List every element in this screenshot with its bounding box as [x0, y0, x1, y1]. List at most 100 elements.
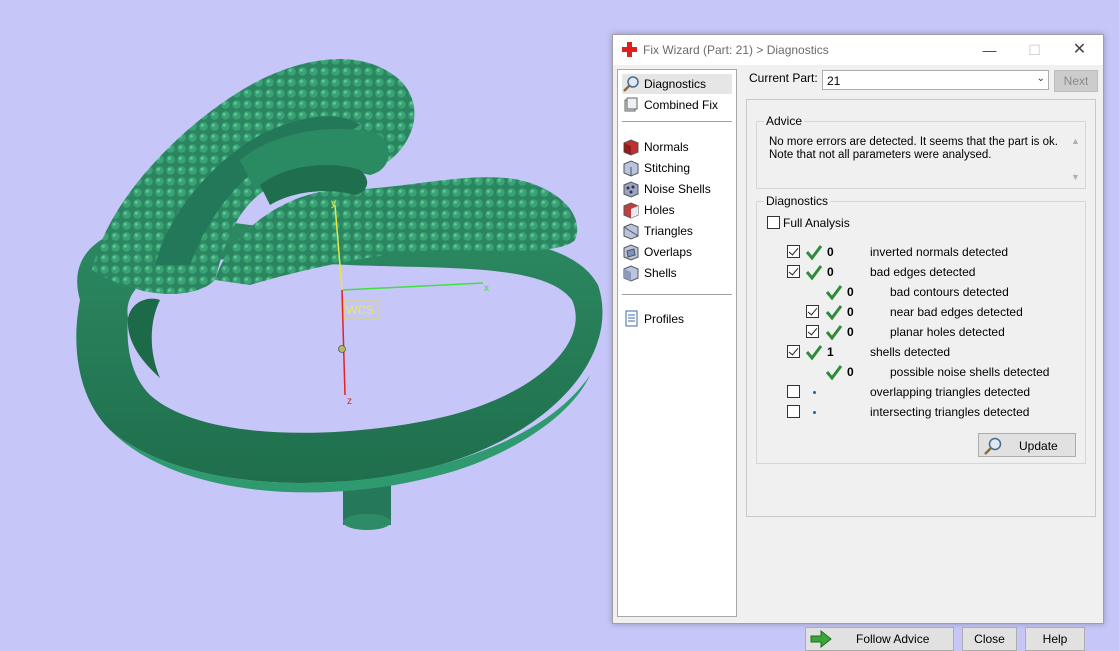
full-analysis-checkbox[interactable]: [767, 216, 780, 229]
close-button[interactable]: Close: [962, 627, 1017, 651]
nav-separator: [622, 121, 732, 122]
intersecting-triangles-checkbox[interactable]: [787, 405, 800, 418]
overlaps-icon: [623, 244, 639, 261]
overlapping-triangles-checkbox[interactable]: [787, 385, 800, 398]
red-cross-icon: [622, 42, 637, 57]
axis-z-label: z: [347, 396, 352, 407]
check-icon: [825, 305, 843, 321]
nav-item-label: Overlaps: [644, 245, 693, 259]
nav-item-stitching[interactable]: Stitching: [622, 158, 732, 178]
next-button[interactable]: Next: [1054, 70, 1098, 92]
nav-item-label: Normals: [644, 140, 689, 154]
nav-item-shells[interactable]: Shells: [622, 263, 732, 283]
wcs-label: WCS: [346, 303, 374, 317]
nav-item-label: Noise Shells: [644, 182, 711, 196]
3d-viewport[interactable]: x y z WCS: [0, 0, 612, 619]
planar-holes-checkbox[interactable]: [806, 325, 819, 338]
follow-advice-button[interactable]: Follow Advice: [805, 627, 954, 651]
planar-holes-label: planar holes detected: [890, 325, 1005, 339]
nav-item-label: Holes: [644, 203, 675, 217]
magnifier-icon: [623, 76, 639, 92]
nav-item-diagnostics[interactable]: Diagnostics: [622, 74, 732, 94]
planar-holes-count: 0: [847, 325, 854, 339]
shells-checkbox[interactable]: [787, 345, 800, 358]
shells-count: 1: [827, 345, 834, 359]
current-part-value: 21: [827, 74, 841, 88]
nav-item-noise-shells[interactable]: Noise Shells: [622, 179, 732, 199]
inverted-normals-label: inverted normals detected: [870, 245, 1009, 259]
shells-label: shells detected: [870, 345, 951, 359]
profiles-icon: [625, 310, 638, 327]
nav-item-holes[interactable]: Holes: [622, 200, 732, 220]
bad-contours-count: 0: [847, 285, 854, 299]
bad-edges-count: 0: [827, 265, 834, 279]
check-icon: [805, 245, 823, 261]
nav-item-triangles[interactable]: Triangles: [622, 221, 732, 241]
check-icon: [805, 345, 823, 361]
nav-item-combined-fix[interactable]: Combined Fix: [622, 95, 732, 115]
combined-fix-icon: [624, 97, 638, 112]
nav-item-label: Combined Fix: [644, 98, 719, 112]
inverted-normals-count: 0: [827, 245, 834, 259]
near-bad-edges-checkbox[interactable]: [806, 305, 819, 318]
diagnostics-group: Diagnostics Full Analysis 0 inverted nor…: [756, 194, 1086, 464]
nav-item-label: Shells: [644, 266, 677, 280]
bad-edges-label: bad edges detected: [870, 265, 976, 279]
noise-shells-icon: [623, 181, 639, 198]
ring-model[interactable]: x y z WCS: [0, 0, 612, 619]
nav-item-label: Profiles: [644, 312, 685, 326]
inverted-normals-checkbox[interactable]: [787, 245, 800, 258]
check-icon: [805, 265, 823, 281]
fix-wizard-dialog: Fix Wizard (Part: 21) > Diagnostics — ☐ …: [612, 34, 1104, 651]
axis-x-label: x: [484, 283, 489, 294]
minimize-button[interactable]: —: [967, 35, 1012, 65]
normals-icon: [623, 139, 639, 156]
advice-title: Advice: [764, 114, 805, 128]
diagnostics-panel: Advice No more errors are detected. It s…: [746, 99, 1096, 517]
diagnostics-title: Diagnostics: [764, 194, 831, 208]
magnifier-icon: [984, 437, 1002, 455]
noise-shells-count: 0: [847, 365, 854, 379]
nav-item-label: Stitching: [644, 161, 691, 175]
advice-scrollbar[interactable]: ▲ ▼: [1069, 136, 1081, 182]
noise-shells-label: possible noise shells detected: [890, 365, 1050, 379]
arrow-right-icon: [810, 630, 832, 648]
follow-advice-label: Follow Advice: [856, 632, 930, 646]
wizard-nav: Diagnostics Combined Fix Normals Stitchi…: [617, 69, 737, 617]
current-part-select[interactable]: 21 ⌄: [822, 70, 1049, 90]
not-analysed-dot-icon: [813, 391, 816, 394]
dialog-body: Diagnostics Combined Fix Normals Stitchi…: [613, 65, 1103, 651]
check-icon: [825, 325, 843, 341]
nav-item-label: Diagnostics: [644, 77, 707, 91]
dialog-title: Fix Wizard (Part: 21) > Diagnostics: [643, 43, 829, 57]
nav-separator: [622, 294, 732, 295]
nav-item-normals[interactable]: Normals: [622, 137, 732, 157]
nav-item-label: Triangles: [644, 224, 693, 238]
full-analysis-label: Full Analysis: [783, 216, 850, 230]
check-icon: [825, 365, 843, 381]
triangles-icon: [623, 223, 639, 240]
axis-y-label: y: [331, 198, 336, 209]
chevron-down-icon: ⌄: [1036, 73, 1045, 84]
overlapping-triangles-label: overlapping triangles detected: [870, 385, 1031, 399]
current-part-label: Current Part:: [749, 71, 818, 85]
title-bar[interactable]: Fix Wizard (Part: 21) > Diagnostics — ☐ …: [613, 35, 1103, 65]
near-bad-edges-count: 0: [847, 305, 854, 319]
maximize-button[interactable]: ☐: [1012, 35, 1057, 65]
check-icon: [825, 285, 843, 301]
update-button[interactable]: Update: [978, 433, 1076, 457]
advice-group: Advice No more errors are detected. It s…: [756, 114, 1086, 189]
bad-edges-checkbox[interactable]: [787, 265, 800, 278]
nav-item-overlaps[interactable]: Overlaps: [622, 242, 732, 262]
not-analysed-dot-icon: [813, 411, 816, 414]
intersecting-triangles-label: intersecting triangles detected: [870, 405, 1030, 419]
stitching-icon: [623, 160, 639, 177]
shells-icon: [623, 265, 639, 282]
close-window-button[interactable]: ✕: [1057, 35, 1102, 65]
help-button[interactable]: Help: [1025, 627, 1085, 651]
nav-item-profiles[interactable]: Profiles: [622, 309, 732, 329]
advice-text: No more errors are detected. It seems th…: [769, 136, 1058, 161]
near-bad-edges-label: near bad edges detected: [890, 305, 1023, 319]
bad-contours-label: bad contours detected: [890, 285, 1009, 299]
update-label: Update: [1019, 439, 1058, 453]
